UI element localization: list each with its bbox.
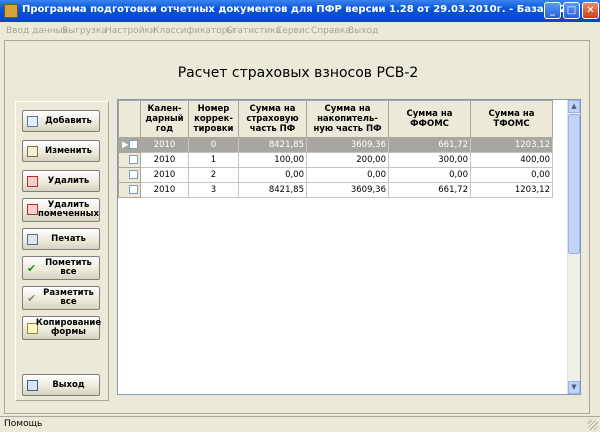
cell-correction[interactable]: 0 bbox=[188, 137, 239, 153]
uncheck-icon: ✔ bbox=[27, 292, 37, 305]
cell-pf-funded[interactable]: 200,00 bbox=[306, 152, 389, 168]
unmark-all-button[interactable]: ✔ Разметить все bbox=[22, 286, 100, 310]
column-header-tfoms[interactable]: Сумма на ТФОМС bbox=[470, 100, 553, 138]
mark-all-button[interactable]: ✔ Пометить все bbox=[22, 256, 100, 280]
cell-tfoms[interactable]: 1203,12 bbox=[470, 137, 553, 153]
menu-bar: Ввод данных Выгрузка Настройки Классифик… bbox=[0, 22, 600, 40]
column-header-correction[interactable]: Номер коррек- тировки bbox=[188, 100, 239, 138]
title-bar: Программа подготовки отчетных документов… bbox=[0, 0, 600, 22]
menu-data-entry[interactable]: Ввод данных bbox=[6, 26, 68, 36]
cell-pf-insurance[interactable]: 100,00 bbox=[238, 152, 307, 168]
status-text: Помощь bbox=[4, 419, 43, 429]
maximize-button[interactable]: □ bbox=[563, 2, 580, 19]
resize-grip-icon[interactable] bbox=[588, 420, 598, 430]
menu-classifiers[interactable]: Классификаторы bbox=[153, 26, 234, 36]
cell-pf-insurance[interactable]: 0,00 bbox=[238, 167, 307, 183]
exit-icon bbox=[27, 380, 38, 391]
row-checkbox[interactable] bbox=[129, 155, 138, 164]
minimize-button[interactable]: _ bbox=[544, 2, 561, 19]
status-bar: Помощь bbox=[0, 416, 600, 432]
cell-tfoms[interactable]: 400,00 bbox=[470, 152, 553, 168]
cell-correction[interactable]: 1 bbox=[188, 152, 239, 168]
printer-icon bbox=[27, 234, 38, 245]
cell-pf-insurance[interactable]: 8421,85 bbox=[238, 182, 307, 198]
row-indicator[interactable] bbox=[118, 152, 141, 168]
table-row[interactable]: 2010 1 100,00 200,00 300,00 400,00 bbox=[118, 152, 553, 168]
cell-correction[interactable]: 3 bbox=[188, 182, 239, 198]
current-row-arrow-icon: ▶ bbox=[122, 140, 129, 150]
delete-marked-button[interactable]: Удалить помеченных bbox=[22, 198, 100, 222]
cell-ffoms[interactable]: 0,00 bbox=[388, 167, 471, 183]
data-grid[interactable]: Кален- дарный год Номер коррек- тировки … bbox=[117, 99, 581, 395]
column-header-year[interactable]: Кален- дарный год bbox=[140, 100, 189, 138]
column-header-ffoms[interactable]: Сумма на ФФОМС bbox=[388, 100, 471, 138]
delete-marked-icon bbox=[27, 204, 38, 215]
menu-service[interactable]: Сервис bbox=[276, 26, 310, 36]
indicator-header bbox=[118, 100, 141, 138]
cell-pf-funded[interactable]: 3609,36 bbox=[306, 137, 389, 153]
print-button[interactable]: Печать bbox=[22, 228, 100, 250]
page-title: Расчет страховых взносов РСВ-2 bbox=[177, 65, 419, 81]
vertical-scrollbar[interactable]: ▲ ▼ bbox=[567, 100, 580, 394]
cell-tfoms[interactable]: 1203,12 bbox=[470, 182, 553, 198]
cell-pf-funded[interactable]: 0,00 bbox=[306, 167, 389, 183]
cell-ffoms[interactable]: 661,72 bbox=[388, 182, 471, 198]
scroll-down-icon[interactable]: ▼ bbox=[568, 381, 580, 394]
row-checkbox[interactable] bbox=[129, 185, 138, 194]
cell-year[interactable]: 2010 bbox=[140, 152, 189, 168]
cell-pf-funded[interactable]: 3609,36 bbox=[306, 182, 389, 198]
cell-ffoms[interactable]: 661,72 bbox=[388, 137, 471, 153]
delete-icon bbox=[27, 176, 38, 187]
row-indicator[interactable] bbox=[118, 182, 141, 198]
button-panel: Добавить Изменить Удалить Удалить помече… bbox=[15, 101, 109, 401]
delete-button[interactable]: Удалить bbox=[22, 170, 100, 192]
menu-statistics[interactable]: Статистика bbox=[226, 26, 281, 36]
add-icon bbox=[27, 116, 38, 127]
column-header-pf-funded[interactable]: Сумма на накопитель- ную часть ПФ bbox=[306, 100, 389, 138]
window-title: Программа подготовки отчетных документов… bbox=[22, 4, 567, 15]
exit-button[interactable]: Выход bbox=[22, 374, 100, 396]
copy-form-button[interactable]: Копирование формы bbox=[22, 316, 101, 340]
add-button[interactable]: Добавить bbox=[22, 110, 100, 132]
cell-year[interactable]: 2010 bbox=[140, 167, 189, 183]
close-button[interactable]: ✕ bbox=[582, 2, 599, 19]
cell-correction[interactable]: 2 bbox=[188, 167, 239, 183]
row-checkbox[interactable] bbox=[129, 140, 138, 149]
cell-year[interactable]: 2010 bbox=[140, 182, 189, 198]
row-indicator[interactable] bbox=[118, 167, 141, 183]
menu-exit[interactable]: Выход bbox=[348, 26, 378, 36]
table-row[interactable]: ▶ 2010 0 8421,85 3609,36 661,72 1203,12 bbox=[118, 137, 553, 153]
scroll-thumb[interactable] bbox=[568, 114, 580, 254]
cell-tfoms[interactable]: 0,00 bbox=[470, 167, 553, 183]
row-checkbox[interactable] bbox=[129, 170, 138, 179]
scroll-up-icon[interactable]: ▲ bbox=[568, 100, 580, 113]
edit-button[interactable]: Изменить bbox=[22, 140, 100, 162]
edit-icon bbox=[27, 146, 38, 157]
main-workspace: Расчет страховых взносов РСВ-2 Добавить … bbox=[4, 40, 590, 414]
app-icon bbox=[4, 4, 18, 18]
contributions-table: Кален- дарный год Номер коррек- тировки … bbox=[118, 100, 553, 198]
cell-pf-insurance[interactable]: 8421,85 bbox=[238, 137, 307, 153]
row-indicator[interactable]: ▶ bbox=[118, 137, 141, 153]
column-header-pf-insurance[interactable]: Сумма на страховую часть ПФ bbox=[238, 100, 307, 138]
table-header-row: Кален- дарный год Номер коррек- тировки … bbox=[118, 100, 553, 138]
menu-settings[interactable]: Настройки bbox=[105, 26, 156, 36]
table-row[interactable]: 2010 2 0,00 0,00 0,00 0,00 bbox=[118, 167, 553, 183]
checkmark-icon: ✔ bbox=[27, 262, 37, 275]
menu-export[interactable]: Выгрузка bbox=[62, 26, 107, 36]
menu-help[interactable]: Справка bbox=[311, 26, 351, 36]
cell-year[interactable]: 2010 bbox=[140, 137, 189, 153]
table-row[interactable]: 2010 3 8421,85 3609,36 661,72 1203,12 bbox=[118, 182, 553, 198]
cell-ffoms[interactable]: 300,00 bbox=[388, 152, 471, 168]
